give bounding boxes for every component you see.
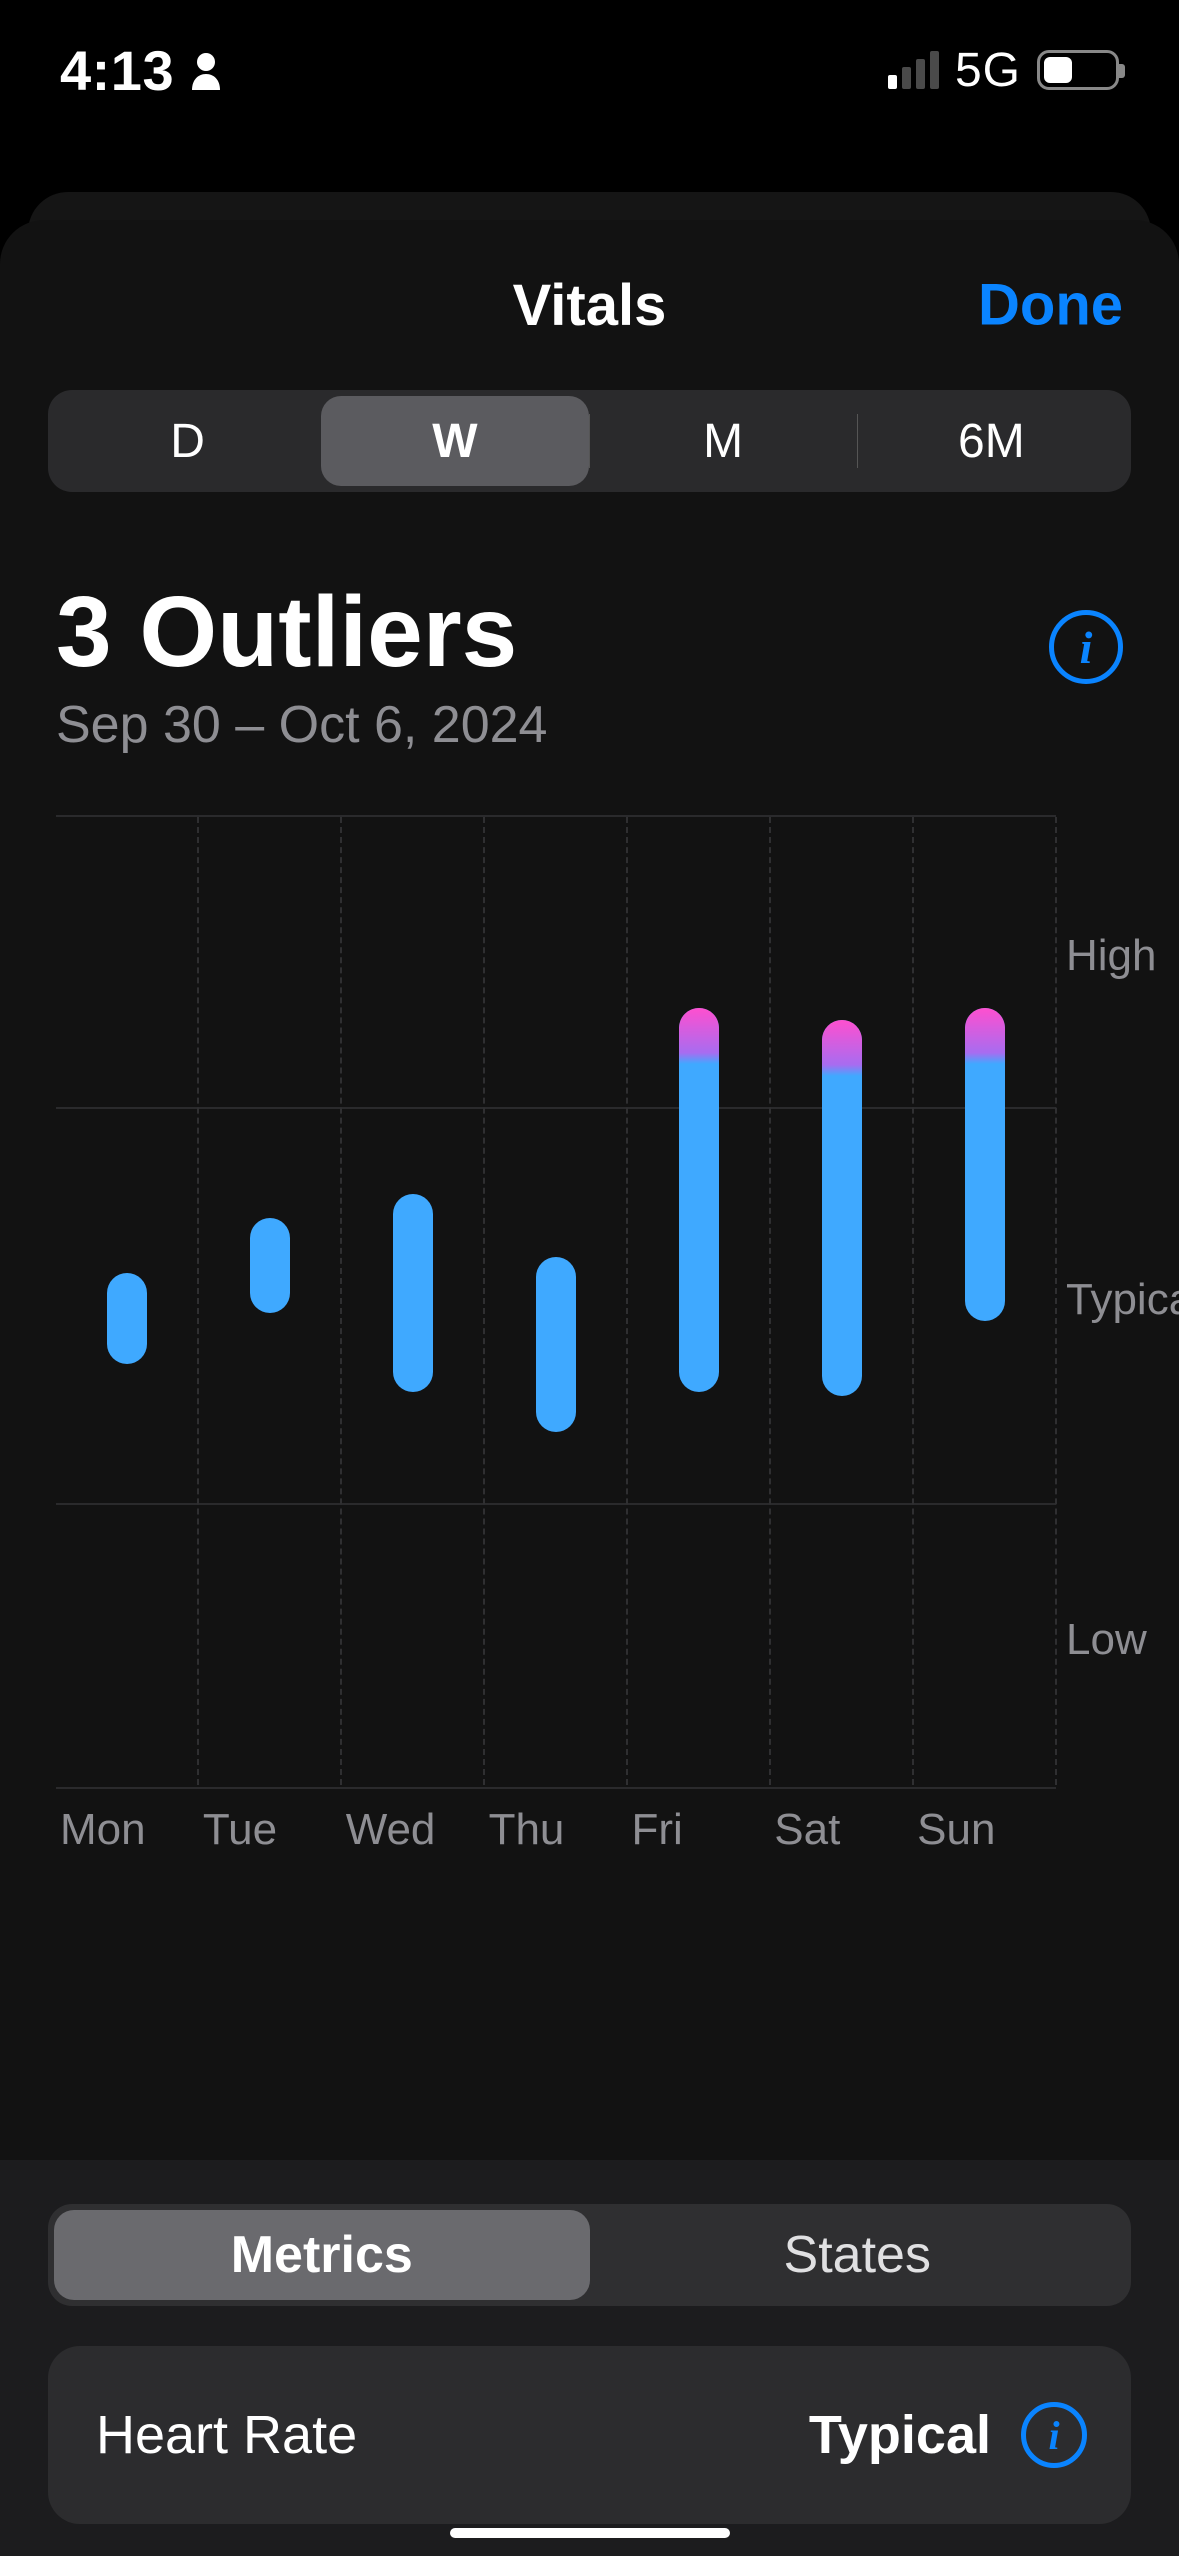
outlier-tip-icon [822, 1020, 862, 1076]
info-icon[interactable]: i [1049, 610, 1123, 684]
battery-icon [1037, 50, 1119, 90]
cell-signal-icon [888, 51, 939, 89]
home-indicator[interactable] [450, 2528, 730, 2538]
x-axis-label: Sat [770, 1805, 913, 1855]
chart-bar [965, 1008, 1005, 1321]
done-button[interactable]: Done [978, 272, 1123, 339]
outlier-tip-icon [965, 1008, 1005, 1064]
metrics-panel: Metrics States Heart RateTypicaliRespira… [0, 2160, 1179, 2556]
range-tab-day[interactable]: D [54, 396, 321, 486]
x-axis-label: Sun [913, 1805, 1056, 1855]
chart-column[interactable] [199, 817, 342, 1785]
chart-bar [250, 1218, 290, 1313]
x-axis-label: Thu [485, 1805, 628, 1855]
chart-bar [393, 1194, 433, 1392]
page-title: Vitals [513, 272, 667, 339]
person-icon [188, 50, 224, 90]
sheet-header: Vitals Done [0, 220, 1179, 390]
vitals-chart[interactable]: MonTueWedThuFriSatSun High Typical Low [56, 815, 1139, 1815]
range-segmented-control[interactable]: D W M 6M [48, 390, 1131, 492]
chart-bar [679, 1008, 719, 1392]
vitals-sheet: Vitals Done D W M 6M 3 Outliers Sep 30 –… [0, 220, 1179, 2556]
y-label-typical: Typical [1066, 1275, 1179, 1325]
detail-segmented-control[interactable]: Metrics States [48, 2204, 1131, 2306]
y-label-low: Low [1066, 1615, 1147, 1665]
metric-value: Typical [809, 2404, 991, 2466]
range-tab-6month[interactable]: 6M [858, 396, 1125, 486]
summary-date-range: Sep 30 – Oct 6, 2024 [56, 695, 547, 755]
summary-title: 3 Outliers [56, 580, 547, 685]
info-icon[interactable]: i [1021, 2402, 1087, 2468]
range-tab-week[interactable]: W [321, 396, 588, 486]
chart-column[interactable] [342, 817, 485, 1785]
status-bar: 4:13 5G [0, 0, 1179, 140]
chart-column[interactable] [485, 817, 628, 1785]
chart-column[interactable] [628, 817, 771, 1785]
chart-bar [107, 1273, 147, 1364]
chart-bar [822, 1020, 862, 1396]
chart-column[interactable] [914, 817, 1057, 1785]
x-axis-label: Tue [199, 1805, 342, 1855]
chart-column[interactable] [56, 817, 199, 1785]
y-label-high: High [1066, 931, 1157, 981]
tab-states[interactable]: States [590, 2210, 1126, 2300]
metric-row[interactable]: Heart Rate Typical i [48, 2346, 1131, 2524]
x-axis-label: Fri [627, 1805, 770, 1855]
tab-metrics[interactable]: Metrics [54, 2210, 590, 2300]
range-tab-month[interactable]: M [590, 396, 857, 486]
status-time: 4:13 [60, 38, 174, 103]
chart-column[interactable] [771, 817, 914, 1785]
x-axis-label: Mon [56, 1805, 199, 1855]
network-label: 5G [955, 43, 1021, 98]
x-axis-label: Wed [342, 1805, 485, 1855]
outlier-tip-icon [679, 1008, 719, 1064]
metric-label: Heart Rate [96, 2404, 357, 2466]
chart-bar [536, 1257, 576, 1431]
